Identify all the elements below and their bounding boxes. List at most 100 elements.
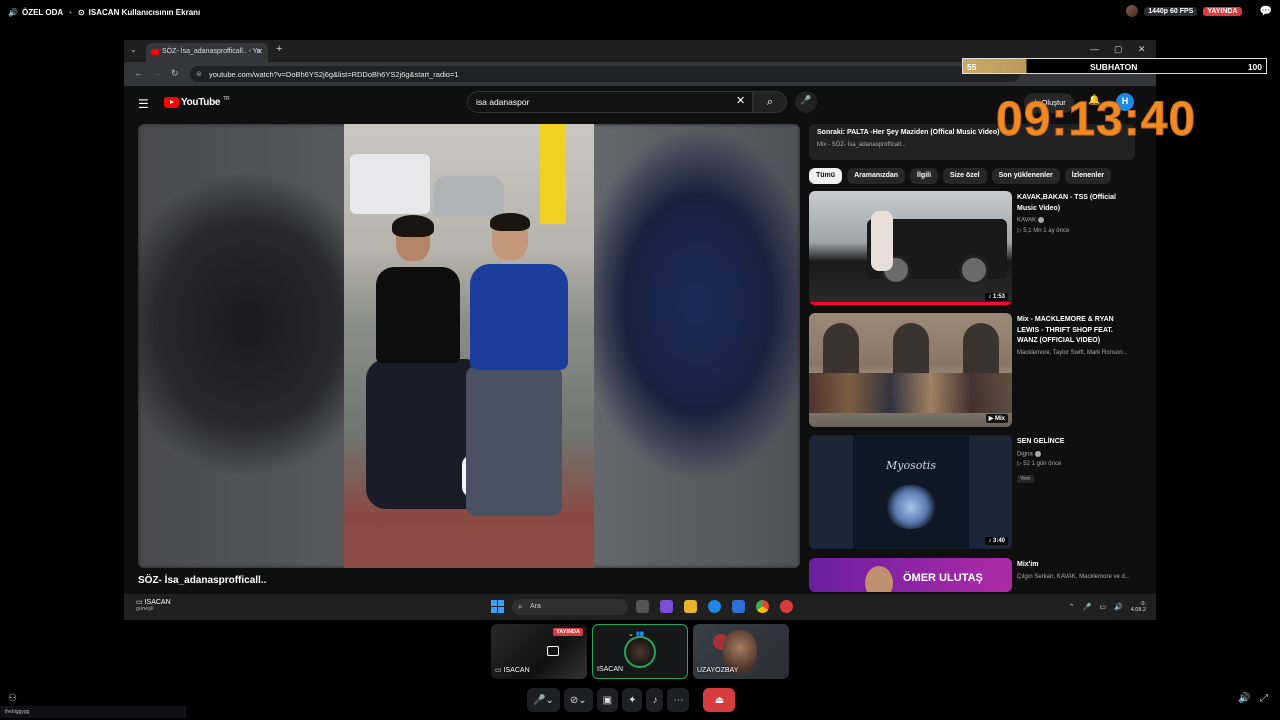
van-shape (350, 154, 430, 214)
activity-icon[interactable]: ⚇ (8, 693, 17, 704)
person-left (362, 215, 488, 568)
participant-tile-speaking[interactable]: ⌄ 👥 ISACAN (592, 624, 688, 679)
disconnect-button[interactable]: ⏏ (703, 688, 736, 712)
microphone-icon[interactable]: 🎤 (1083, 603, 1092, 611)
search-icon: ⌕ (518, 602, 523, 611)
youtube-play-icon (164, 97, 179, 108)
tab-search-icon[interactable]: ⌄ (130, 45, 137, 54)
duration-badge: ♪ 3:40 (985, 537, 1008, 545)
video-thumbnail[interactable]: ÖMER ULUTAŞ (809, 558, 1012, 592)
subathon-goal: 100 (1247, 62, 1262, 72)
chip-related[interactable]: İlgili (910, 168, 939, 184)
rec-title[interactable]: Mix'im (1017, 560, 1135, 571)
store-icon[interactable] (732, 600, 745, 613)
recommendation-item[interactable]: ▶ Mix Mix - MACKLEMORE & RYAN LEWIS - TH… (809, 313, 1135, 427)
back-icon[interactable]: ← (134, 68, 143, 78)
rec-title[interactable]: SEN GELİNCE (1017, 437, 1135, 448)
chip-for-you[interactable]: Size özel (943, 168, 987, 184)
video-thumbnail[interactable]: ♪ 1:53 (809, 191, 1012, 305)
minimize-icon[interactable]: — (1090, 44, 1099, 54)
maximize-icon[interactable]: ▢ (1114, 44, 1123, 55)
chip-recent[interactable]: Son yüklenenler (991, 168, 1060, 184)
new-badge: Yeni (1017, 475, 1034, 484)
filter-chips: Tümü Aramanızdan İlgili Size özel Son yü… (809, 168, 1111, 184)
new-tab-icon[interactable]: + (276, 43, 282, 55)
url-field[interactable]: ⊜ youtube.com/watch?v=DoBh6YS2j6g&list=R… (190, 66, 1020, 82)
microphone-icon: 🎤 (800, 95, 812, 105)
participant-tile[interactable]: UZAYOZBAY (693, 624, 789, 679)
system-tray: ⌃ 🎤 ▭ 🔊 0: 4.08.2 (1069, 601, 1146, 613)
activities-button[interactable]: ✦ (622, 688, 643, 712)
rec-channel[interactable]: Digna (1017, 450, 1135, 457)
forward-icon[interactable]: → (152, 68, 161, 78)
url-text: youtube.com/watch?v=DoBh6YS2j6g&list=RDD… (209, 70, 459, 79)
voice-search-button[interactable]: 🎤 (795, 91, 817, 113)
duration-badge: ▶ Mix (985, 414, 1008, 423)
network-icon[interactable]: ▭ (1099, 603, 1106, 611)
copilot-icon[interactable] (660, 600, 673, 613)
rec-channel[interactable]: Macklemore, Taylor Swift, Mark Ronson... (1017, 350, 1135, 356)
tab-close-icon[interactable]: ✕ (256, 47, 263, 56)
mute-button[interactable]: 🎤 ⌄ (527, 688, 560, 712)
close-window-icon[interactable]: ✕ (1138, 44, 1146, 55)
youtube-logo[interactable]: YouTube TR (164, 96, 230, 108)
fullscreen-icon[interactable]: ⤢ (1260, 693, 1268, 704)
quality-badge: 1440p 60 FPS (1144, 6, 1198, 16)
chat-icon[interactable]: 💬 (1260, 6, 1272, 17)
rec-title[interactable]: Mix - MACKLEMORE & RYAN LEWIS - THRIFT S… (1017, 315, 1135, 347)
recommendation-item[interactable]: Myosotis ♪ 3:40 SEN GELİNCE Digna ▷ 52 1… (809, 435, 1135, 549)
rec-title[interactable]: KAVAK,BAKAN - TSS (Official Music Video) (1017, 193, 1135, 214)
reload-icon[interactable]: ↻ (171, 68, 179, 79)
album-cover: Myosotis (853, 435, 969, 549)
taskbar-clock[interactable]: 0: 4.08.2 (1131, 601, 1146, 613)
file-explorer-icon[interactable] (684, 600, 697, 613)
soundboard-button[interactable]: ♪ (646, 688, 664, 712)
streamer-avatar (1126, 5, 1139, 17)
rec-meta: ▷ 52 1 gün önce (1017, 461, 1062, 468)
breadcrumb-separator: • (69, 7, 72, 17)
participant-tile[interactable]: YAYINDA ▭ ISACAN (491, 624, 587, 679)
search-button[interactable]: ⌕ (753, 91, 787, 113)
recording-app-icon[interactable] (780, 600, 793, 613)
chevron-up-icon[interactable]: ⌃ (1069, 603, 1075, 611)
task-view-icon[interactable] (636, 600, 649, 613)
site-info-icon[interactable]: ⊜ (196, 70, 202, 78)
weather-text: güneşli (136, 606, 154, 612)
youtube-favicon (151, 49, 159, 55)
screen-share-icon: ▣ (602, 694, 613, 706)
call-controls: 🎤 ⌄ ⊘ ⌄ ▣ ✦ ♪ ⋯ ⏏ (527, 688, 736, 712)
camera-button[interactable]: ⊘ ⌄ (563, 688, 593, 712)
video-thumbnail[interactable]: ▶ Mix (809, 313, 1012, 427)
clear-search-icon[interactable]: ✕ (736, 94, 745, 107)
subathon-current: 55 (967, 62, 977, 72)
chip-all[interactable]: Tümü (809, 168, 843, 184)
user-strip: thebiggygg (0, 706, 186, 718)
channel-crumb[interactable]: 🔊 ÖZEL ODA (8, 8, 63, 17)
chrome-icon[interactable] (756, 600, 769, 613)
share-screen-button[interactable]: ▣ (596, 688, 619, 712)
volume-icon[interactable]: 🔊 (1238, 693, 1250, 704)
rec-channel[interactable]: KAVAK (1017, 217, 1135, 224)
taskbar-search[interactable]: ⌕ Ara (512, 599, 628, 615)
recommendation-item[interactable]: ♪ 1:53 KAVAK,BAKAN - TSS (Official Music… (809, 191, 1135, 305)
video-thumbnail[interactable]: Myosotis ♪ 3:40 (809, 435, 1012, 549)
thumbnail-text: ÖMER ULUTAŞ (903, 572, 983, 584)
search-input[interactable]: isa adanaspor (467, 91, 753, 113)
video-player[interactable] (138, 124, 800, 568)
start-button[interactable] (491, 600, 504, 613)
speaker-icon: 🔊 (8, 7, 18, 17)
browser-tab[interactable]: SÖZ- İsa_adanasprofficall.. - Yo ✕ (146, 43, 268, 62)
windows-taskbar: ▭ ISACAN güneşli ⌕ Ara ⌃ 🎤 ▭ 🔊 0: 4.08.2 (124, 594, 1156, 620)
menu-icon[interactable]: ☰ (138, 97, 149, 111)
rec-channel[interactable]: Çılgın Serkan, KAVAK, Macklemore ve d... (1017, 574, 1135, 580)
chip-from-search[interactable]: Aramanızdan (847, 168, 906, 184)
recommendation-item[interactable]: ÖMER ULUTAŞ Mix'im Çılgın Serkan, KAVAK,… (809, 558, 1135, 592)
volume-icon[interactable]: 🔊 (1114, 603, 1123, 611)
verified-icon (1038, 217, 1045, 223)
tab-title: SÖZ- İsa_adanasprofficall.. - Yo (162, 48, 261, 55)
taskbar-user: ISACAN (144, 599, 171, 606)
chip-watched[interactable]: İzlenenler (1064, 168, 1111, 184)
more-button[interactable]: ⋯ (667, 688, 690, 712)
edge-icon[interactable] (708, 600, 721, 613)
taskbar-weather[interactable]: ▭ ISACAN güneşli (136, 598, 171, 612)
